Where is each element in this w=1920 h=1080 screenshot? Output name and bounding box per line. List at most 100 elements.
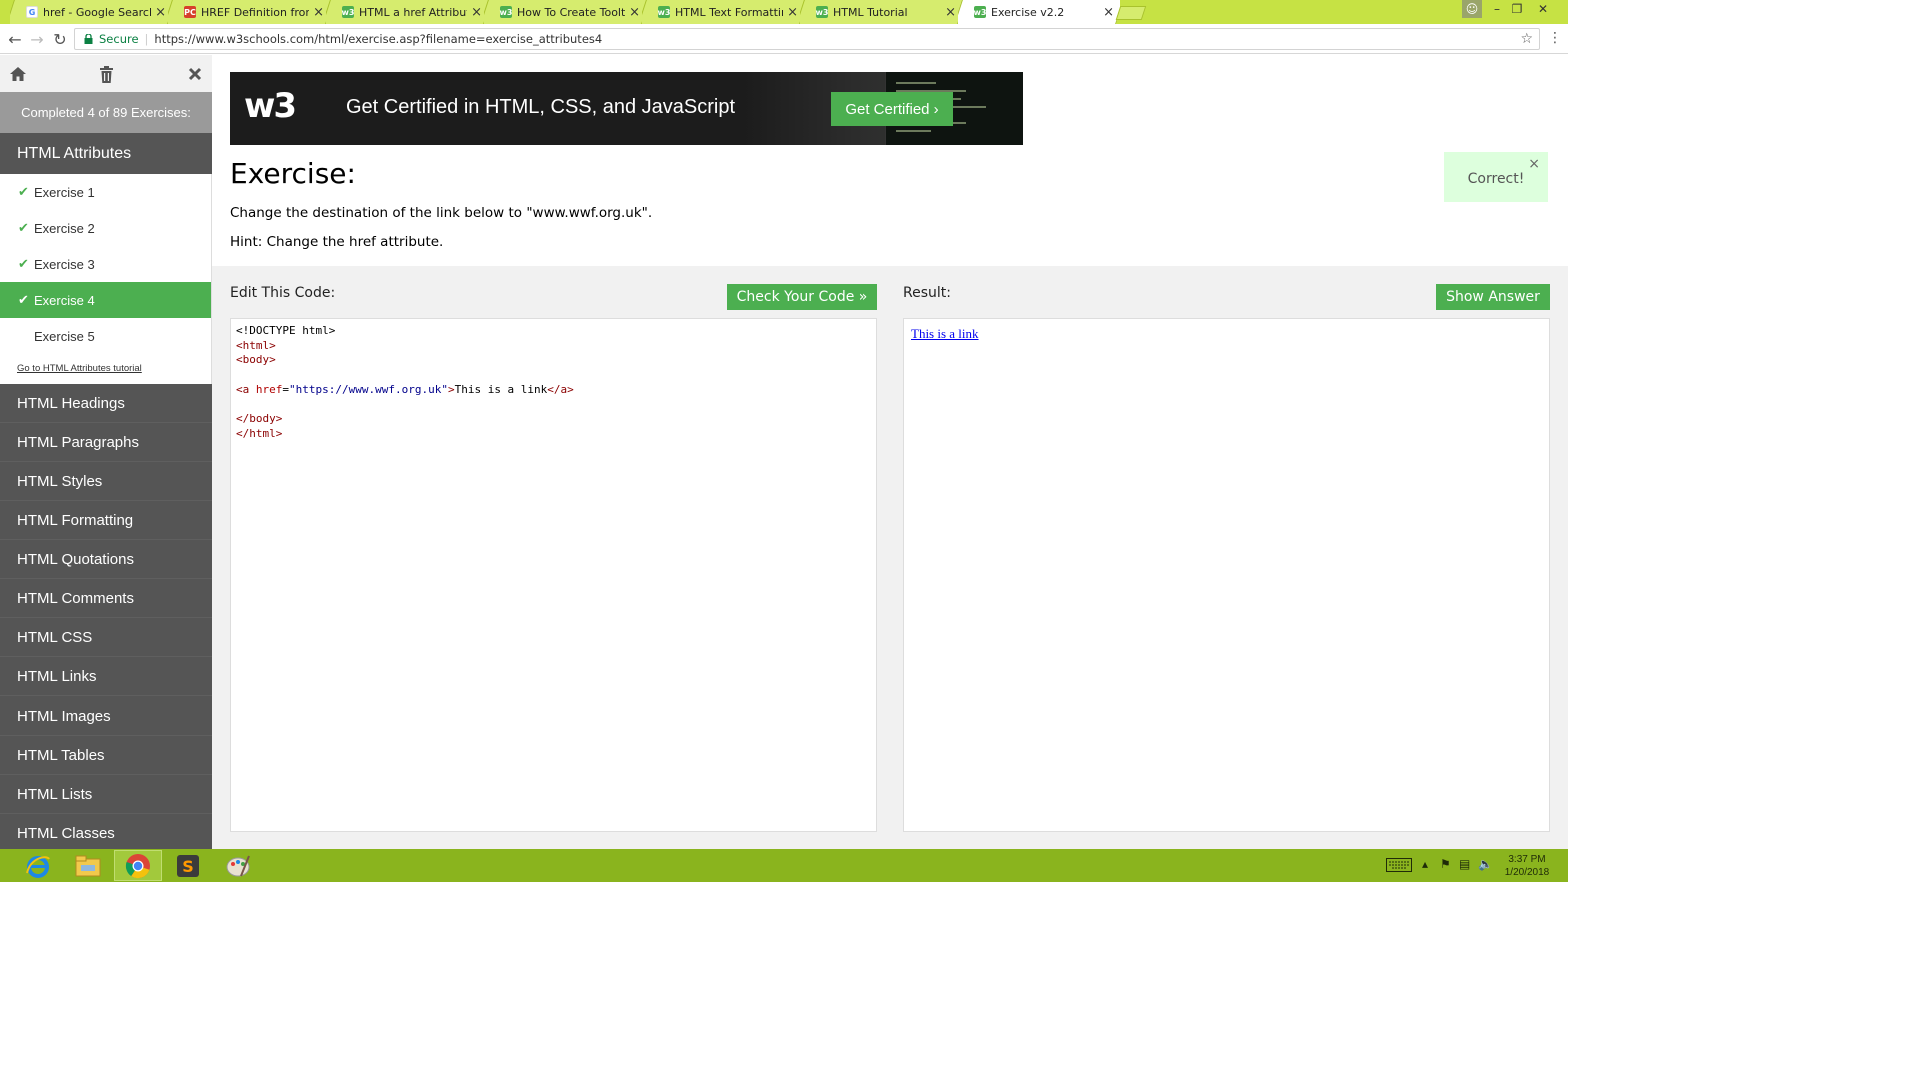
exercise-label: Exercise 3 xyxy=(34,256,95,272)
back-icon[interactable]: ← xyxy=(4,28,26,50)
sidebar-category-quotations[interactable]: HTML Quotations xyxy=(0,540,212,579)
certification-banner[interactable]: w3 Get Certified in HTML, CSS, and JavaS… xyxy=(230,72,1023,145)
code-doctype: <!DOCTYPE html> xyxy=(236,324,336,337)
tab-title: HTML a href Attribute xyxy=(359,5,468,19)
exercise-label: Exercise 2 xyxy=(34,220,95,236)
tutorial-link[interactable]: Go to HTML Attributes tutorial xyxy=(17,363,142,374)
minimize-icon[interactable]: – xyxy=(1488,0,1506,18)
chevron-up-icon[interactable]: ▴ xyxy=(1422,857,1428,871)
code-attr-value: "https://www.wwf.org.uk" xyxy=(289,382,448,396)
code-attr-name: href xyxy=(255,382,283,396)
sidebar-category-images[interactable]: HTML Images xyxy=(0,697,212,736)
sidebar-category-comments[interactable]: HTML Comments xyxy=(0,579,212,618)
show-answer-button[interactable]: Show Answer xyxy=(1436,284,1550,310)
code-a-close: </a> xyxy=(547,382,574,396)
exercise-item-5[interactable]: Exercise 5 xyxy=(0,318,211,354)
exercise-list: ✔ Exercise 1 ✔ Exercise 2 ✔ Exercise 3 ✔… xyxy=(0,174,212,384)
tab-strip: G href - Google Search × PC HREF Definit… xyxy=(0,0,1568,24)
close-icon[interactable]: × xyxy=(1528,156,1540,172)
exercise-item-3[interactable]: ✔ Exercise 3 xyxy=(0,246,211,282)
get-certified-button[interactable]: Get Certified › xyxy=(831,92,953,126)
sidebar-category-html-attributes[interactable]: HTML Attributes xyxy=(0,133,212,174)
separator: | xyxy=(144,32,149,46)
tab-exercise[interactable]: w3 Exercise v2.2 × xyxy=(958,0,1120,24)
keyboard-icon[interactable] xyxy=(1386,858,1412,875)
google-icon: G xyxy=(26,6,38,18)
result-frame: This is a link xyxy=(903,318,1550,832)
editor-heading: Edit This Code: xyxy=(230,285,336,301)
close-icon[interactable]: × xyxy=(945,5,956,20)
close-icon[interactable]: × xyxy=(155,5,166,20)
flag-icon[interactable]: ⚑ xyxy=(1440,857,1451,871)
code-editor[interactable]: <!DOCTYPE html> <html> <body> <a href="h… xyxy=(230,318,877,832)
sidebar-category-tables[interactable]: HTML Tables xyxy=(0,736,212,775)
sidebar-toolbar xyxy=(0,55,212,92)
new-tab-button[interactable] xyxy=(1115,6,1147,20)
tab-html-a-href[interactable]: w3 HTML a href Attribute × xyxy=(326,0,488,24)
tab-tooltips[interactable]: w3 How To Create Tooltips × xyxy=(484,0,646,24)
sidebar-category-css[interactable]: HTML CSS xyxy=(0,618,212,657)
w3schools-icon: w3 xyxy=(499,6,513,18)
code-html-close: </html> xyxy=(236,426,283,440)
tab-title: HTML Tutorial xyxy=(833,5,908,19)
chrome-icon[interactable] xyxy=(114,850,162,881)
forward-icon[interactable]: → xyxy=(26,28,48,50)
w3schools-logo: w3 xyxy=(244,86,297,126)
sidebar-category-links[interactable]: HTML Links xyxy=(0,657,212,696)
exercise-title: Exercise: xyxy=(230,157,356,190)
reload-icon[interactable]: ↻ xyxy=(49,28,71,50)
code-body-open: <body> xyxy=(236,353,276,367)
tab-html-tutorial[interactable]: w3 HTML Tutorial × xyxy=(800,0,962,24)
tab-title: HREF Definition from PC xyxy=(201,5,309,19)
restore-icon[interactable]: ❐ xyxy=(1508,0,1526,18)
w3schools-icon: w3 xyxy=(657,6,671,18)
paint-icon[interactable] xyxy=(214,850,262,881)
close-icon[interactable] xyxy=(184,63,206,85)
address-bar[interactable]: Secure | https://www.w3schools.com/html/… xyxy=(74,28,1540,50)
file-explorer-icon[interactable] xyxy=(64,850,112,881)
sidebar-category-formatting[interactable]: HTML Formatting xyxy=(0,501,212,540)
exercise-item-4[interactable]: ✔ Exercise 4 xyxy=(0,282,211,318)
clock-time: 3:37 PM xyxy=(1508,854,1546,865)
close-icon[interactable]: × xyxy=(313,5,324,20)
sidebar-category-lists[interactable]: HTML Lists xyxy=(0,775,212,814)
exercise-sidebar: Completed 4 of 89 Exercises: HTML Attrib… xyxy=(0,55,212,849)
volume-icon[interactable]: 🔈 xyxy=(1478,857,1493,871)
bookmark-star-icon[interactable]: ☆ xyxy=(1520,31,1533,47)
checkmark-icon: ✔ xyxy=(18,256,29,271)
exercise-description: Change the destination of the link below… xyxy=(230,205,653,221)
sidebar-category-paragraphs[interactable]: HTML Paragraphs xyxy=(0,423,212,462)
url-text: https://www.w3schools.com/html/exercise.… xyxy=(154,32,603,46)
close-icon[interactable]: × xyxy=(629,5,640,20)
close-icon[interactable]: × xyxy=(1103,5,1114,20)
sidebar-category-headings[interactable]: HTML Headings xyxy=(0,384,212,423)
close-icon[interactable]: × xyxy=(787,5,798,20)
result-link[interactable]: This is a link xyxy=(911,326,979,341)
exercise-label: Exercise 1 xyxy=(34,184,95,200)
user-icon[interactable]: ☺ xyxy=(1462,0,1482,18)
exercise-item-2[interactable]: ✔ Exercise 2 xyxy=(0,210,211,246)
home-icon[interactable] xyxy=(7,63,29,85)
tab-title: Exercise v2.2 xyxy=(991,5,1065,19)
browser-toolbar: ← → ↻ Secure | https://www.w3schools.com… xyxy=(0,24,1568,54)
network-icon[interactable]: ▤ xyxy=(1459,857,1470,871)
sidebar-category-classes[interactable]: HTML Classes xyxy=(0,814,212,849)
system-clock[interactable]: 3:37 PM 1/20/2018 xyxy=(1496,853,1558,879)
trash-icon[interactable] xyxy=(95,63,117,85)
exercise-label: Exercise 5 xyxy=(34,328,95,344)
code-a-open: <a xyxy=(236,382,256,396)
tab-href-definition[interactable]: PC HREF Definition from PC × xyxy=(168,0,330,24)
internet-explorer-icon[interactable] xyxy=(14,850,62,881)
tab-text-formatting[interactable]: w3 HTML Text Formatting × xyxy=(642,0,804,24)
menu-icon[interactable]: ⋮ xyxy=(1548,30,1562,46)
exercise-item-1[interactable]: ✔ Exercise 1 xyxy=(0,174,211,210)
sublime-text-icon[interactable]: S xyxy=(164,850,212,881)
tab-google-search[interactable]: G href - Google Search × xyxy=(10,0,172,24)
correct-label: Correct! xyxy=(1467,171,1525,187)
check-your-code-button[interactable]: Check Your Code » xyxy=(727,284,877,310)
sidebar-category-styles[interactable]: HTML Styles xyxy=(0,462,212,501)
close-window-icon[interactable]: ✕ xyxy=(1530,0,1556,18)
close-icon[interactable]: × xyxy=(471,5,482,20)
banner-text: Get Certified in HTML, CSS, and JavaScri… xyxy=(346,96,736,118)
checkmark-icon: ✔ xyxy=(18,292,29,307)
